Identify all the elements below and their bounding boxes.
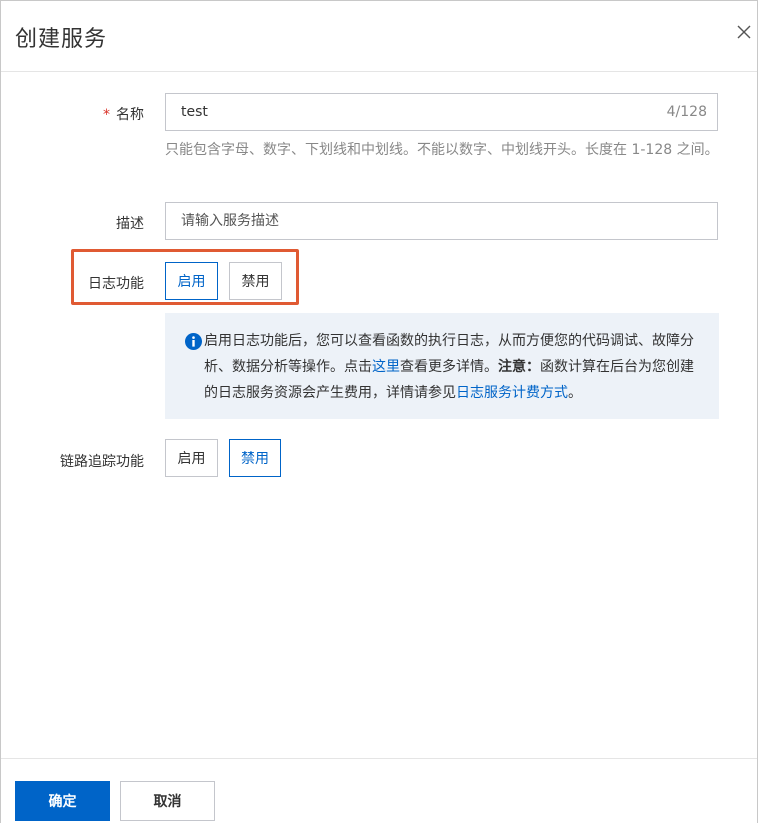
tracing-disable-button[interactable]: 禁用 (229, 439, 281, 477)
logging-info-text: 启用日志功能后，您可以查看函数的执行日志，从而方便您的代码调试、故障分析、数据分… (204, 328, 704, 406)
close-icon[interactable] (735, 23, 753, 41)
log-billing-link[interactable]: 日志服务计费方式 (456, 385, 568, 401)
create-service-dialog: 创建服务 * 名称 4/128 只能包含字母、数字、下划线和中划线。不能以数字、中… (0, 0, 758, 823)
name-label-text: 名称 (116, 107, 144, 123)
name-char-counter: 4/128 (666, 104, 707, 120)
notice-label: 注意： (498, 359, 540, 375)
tracing-enable-button[interactable]: 启用 (165, 439, 218, 477)
description-input[interactable] (181, 203, 661, 239)
info-icon (185, 333, 202, 350)
logging-info-panel: 启用日志功能后，您可以查看函数的执行日志，从而方便您的代码调试、故障分析、数据分… (165, 313, 719, 419)
name-label: * 名称 (103, 104, 144, 124)
dialog-header: 创建服务 (1, 1, 757, 72)
tracing-label: 链路追踪功能 (60, 454, 144, 470)
info-text-part-2: 查看更多详情。 (400, 359, 498, 375)
name-input[interactable] (181, 94, 661, 130)
description-label: 描述 (116, 216, 144, 232)
cancel-button[interactable]: 取消 (120, 781, 215, 821)
logging-highlight-frame (71, 249, 299, 305)
dialog-footer: 确定 取消 (1, 758, 757, 823)
description-field[interactable] (165, 202, 718, 240)
confirm-button[interactable]: 确定 (15, 781, 110, 821)
name-field[interactable]: 4/128 (165, 93, 718, 131)
dialog-title: 创建服务 (15, 27, 108, 52)
name-hint: 只能包含字母、数字、下划线和中划线。不能以数字、中划线开头。长度在 1-128 … (165, 142, 719, 158)
required-mark: * (103, 107, 110, 123)
info-text-part-4: 。 (568, 385, 582, 401)
details-link[interactable]: 这里 (372, 359, 400, 375)
